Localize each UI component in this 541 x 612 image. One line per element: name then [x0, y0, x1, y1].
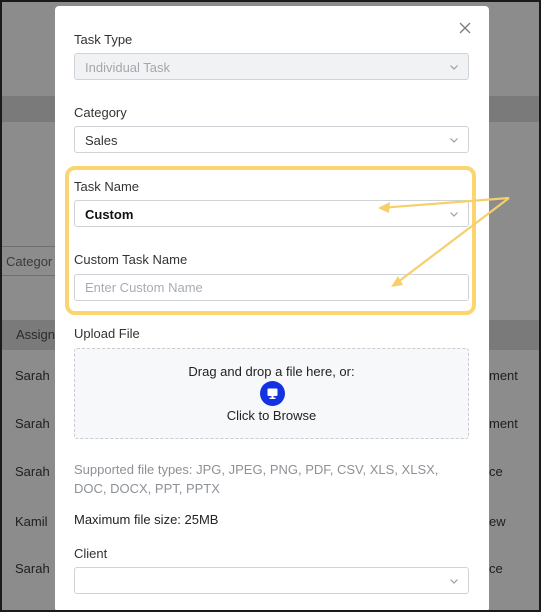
background-row-name: Sarah: [15, 464, 50, 479]
category-label: Category: [74, 105, 127, 120]
chevron-down-icon: [450, 212, 458, 217]
background-row-name: Sarah: [15, 368, 50, 383]
browse-link[interactable]: Click to Browse: [75, 408, 468, 423]
background-category-filter-label: Categor: [6, 254, 53, 269]
background-row-name: Kamil: [15, 514, 48, 529]
background-row-name: Sarah: [15, 416, 50, 431]
background-row-status: ment: [489, 416, 518, 431]
monitor-icon[interactable]: [260, 381, 285, 406]
category-value: Sales: [85, 133, 118, 148]
custom-task-name-input[interactable]: [74, 274, 469, 301]
task-name-value: Custom: [85, 207, 134, 222]
task-name-select[interactable]: Custom: [74, 200, 469, 227]
task-name-label: Task Name: [74, 179, 140, 194]
background-row-status: ce: [489, 464, 503, 479]
supported-file-types: Supported file types: JPG, JPEG, PNG, PD…: [74, 462, 439, 496]
background-row-status: ew: [489, 514, 506, 529]
background-row-status: ment: [489, 368, 518, 383]
upload-file-label: Upload File: [74, 326, 140, 341]
chevron-down-icon: [450, 138, 458, 143]
task-type-select: Individual Task: [74, 53, 469, 80]
background-row-status: ce: [489, 561, 503, 576]
task-type-value: Individual Task: [85, 60, 171, 75]
background-row-name: Sarah: [15, 561, 50, 576]
task-type-label: Task Type: [74, 32, 133, 47]
category-select[interactable]: Sales: [74, 126, 469, 153]
client-label: Client: [74, 546, 108, 561]
screenshot-frame: Categor Assign Sarah Sarah Sarah Kamil S…: [0, 0, 541, 612]
client-select[interactable]: [74, 567, 469, 594]
close-icon[interactable]: [457, 20, 473, 36]
dropzone-instructions: Drag and drop a file here, or:: [188, 364, 355, 379]
background-category-filter: Categor: [2, 246, 62, 276]
custom-task-name-label: Custom Task Name: [74, 252, 188, 267]
background-column-header: Assign: [16, 327, 56, 342]
file-dropzone[interactable]: Drag and drop a file here, or: Click to …: [74, 348, 469, 439]
create-task-modal: Task Type Individual Task Category Sales…: [55, 6, 489, 610]
max-file-size: Maximum file size: 25MB: [74, 512, 219, 527]
chevron-down-icon: [450, 579, 458, 584]
chevron-down-icon: [450, 65, 458, 70]
